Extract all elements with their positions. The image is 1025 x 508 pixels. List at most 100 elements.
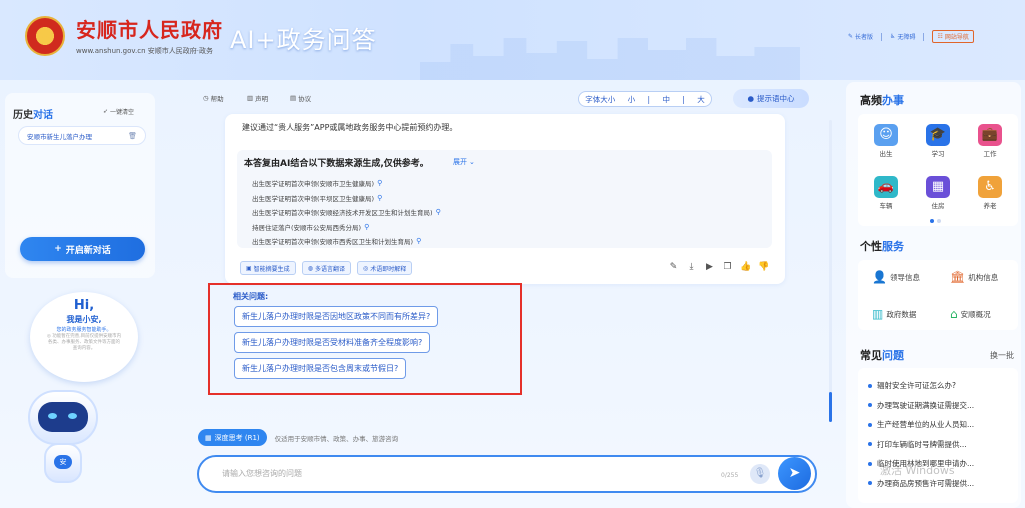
hot-item-housing[interactable]: ▦ 住房 (918, 176, 958, 210)
source-item[interactable]: 出生医学证明首次申领(安顺经济技术开发区卫生和计划生育局) ⚲ (252, 205, 441, 220)
edit-icon[interactable]: ✎ (668, 262, 679, 273)
related-question[interactable]: 新生儿落户办理时限是否因地区政策不同而有所差异? (234, 306, 439, 327)
play-icon[interactable]: ▶ (704, 262, 715, 273)
answer-text: 建议通过“贵人服务”APP或属地政务服务中心提前预约办理。 (242, 123, 458, 132)
accessibility-link[interactable]: ♿ 无障碍 (890, 32, 915, 41)
windows-watermark: 激活 Windows (880, 464, 955, 477)
robot-face (38, 402, 88, 432)
clear-history-button[interactable]: ➶ 一键清空 (103, 107, 134, 116)
expand-button[interactable]: 展开 ⌄ (453, 157, 475, 167)
doc-icon: ▤ (290, 94, 297, 102)
related-question[interactable]: 新生儿落户办理时限是否包含周末或节假日? (234, 358, 407, 379)
mic-icon: 🎙 (753, 468, 767, 479)
bullet (868, 481, 872, 486)
gov-data-link[interactable]: ▥ 政府数据 (872, 307, 916, 321)
divider (881, 32, 883, 41)
faq-item[interactable]: 打印车辆临时号牌需提供... (868, 435, 1013, 455)
hot-item-elderly[interactable]: ♿ 养老 (970, 176, 1010, 210)
faq-item[interactable]: 辐射安全许可证怎么办? (868, 376, 1013, 396)
clock-icon: ◷ (203, 94, 209, 102)
agreement-button[interactable]: ▤ 协议 (290, 93, 311, 103)
scrollbar-thumb[interactable] (829, 392, 832, 422)
deep-think-toggle[interactable]: ▦ 深度思考 (R1) (198, 429, 267, 446)
dot[interactable] (937, 219, 941, 223)
robot-badge: 安 (54, 455, 72, 469)
summary-icon: ▣ (246, 264, 252, 272)
trash-icon[interactable]: 🗑 (128, 132, 137, 140)
source-list: 出生医学证明首次申领(安顺市卫生健康局) ⚲ 出生医学证明首次申领(平坝区卫生健康… (252, 176, 441, 249)
font-size-label: 字体大小 (585, 94, 616, 104)
hot-item-work[interactable]: 💼 工作 (970, 124, 1010, 158)
source-item[interactable]: 出生医学证明首次申领(平坝区卫生健康局) ⚲ (252, 191, 441, 206)
bullet (868, 383, 872, 388)
elder-icon: ♿ (978, 176, 1002, 198)
greeting-name: 我是小安, (66, 315, 102, 324)
scrollbar[interactable] (829, 120, 832, 422)
institution-icon: 🏛 (950, 270, 966, 284)
thumbs-up-icon[interactable]: 👍 (740, 262, 751, 273)
font-small-option[interactable]: 小 (628, 94, 636, 105)
new-chat-button[interactable]: + 开启新对话 (20, 237, 145, 261)
pin-icon: ● (747, 94, 755, 103)
dot-active[interactable] (930, 219, 934, 223)
source-item[interactable]: 持居住证落户(安顺市公安局西秀分局) ⚲ (252, 220, 441, 235)
site-title[interactable]: 安顺市人民政府 (76, 14, 223, 43)
robot-eye (68, 413, 77, 419)
elder-mode-link[interactable]: ✎ 长者版 (848, 32, 873, 41)
elder-icon: ✎ (848, 33, 854, 40)
font-large-option[interactable]: 大 (697, 94, 705, 105)
link-icon: ⚲ (377, 179, 383, 188)
org-info-link[interactable]: 🏛 机构信息 (950, 270, 998, 284)
thumbs-down-icon[interactable]: 👎 (758, 262, 769, 273)
faq-item[interactable]: 生产经营单位的从业人员知... (868, 415, 1013, 435)
skyline-decoration (420, 32, 800, 80)
answer-actions: ▣ 智能摘要生成 ◍ 多语言翻译 ◎ 术语即时解释 (240, 261, 413, 275)
hot-item-study[interactable]: 🎓 学习 (918, 124, 958, 158)
statement-button[interactable]: ▥ 声明 (247, 93, 268, 103)
swap-batch-button[interactable]: 换一批 (990, 350, 1014, 361)
grid-icon: ☷ (937, 33, 943, 40)
link-icon: ⚲ (364, 222, 370, 231)
briefcase-icon: 💼 (978, 124, 1002, 146)
term-explain-button[interactable]: ◎ 术语即时解释 (356, 261, 413, 275)
leader-info-link[interactable]: 👤 领导信息 (872, 270, 920, 284)
send-icon: ➤ (788, 465, 801, 481)
overview-icon: ⌂ (950, 307, 958, 321)
question-input[interactable] (222, 469, 702, 478)
related-question[interactable]: 新生儿落户办理时限是否受材料准备齐全程度影响? (234, 332, 431, 353)
term-icon: ◎ (362, 264, 369, 272)
site-nav-link[interactable]: ☷ 网站导航 (932, 30, 974, 43)
summary-button[interactable]: ▣ 智能摘要生成 (240, 261, 296, 275)
font-size-switch: 字体大小 小 | 中 | 大 (578, 91, 712, 107)
faq-item[interactable]: 办理驾驶证期满换证需提交... (868, 396, 1013, 416)
bin-icon: ▥ (247, 94, 254, 102)
mic-button[interactable]: 🎙 (750, 464, 770, 484)
car-icon: 🚗 (874, 176, 898, 198)
hot-item-birth[interactable]: ☺ 出生 (866, 124, 906, 158)
graduation-cap-icon: 🎓 (926, 124, 950, 146)
font-mid-option[interactable]: 中 (662, 94, 670, 105)
source-item[interactable]: 出生医学证明首次申领(安顺市卫生健康局) ⚲ (252, 176, 441, 191)
bar-chart-icon: ▥ (872, 307, 884, 321)
translate-button[interactable]: ◍ 多语言翻译 (301, 261, 351, 275)
export-icon[interactable]: ⤓ (686, 262, 697, 273)
hot-services-title: 高频办事 (860, 94, 904, 107)
link-icon: ⚲ (377, 193, 383, 202)
deep-think-note: 仅适用于安顺市情、政策、办事、旅游咨询 (274, 434, 399, 443)
send-button[interactable]: ➤ (778, 457, 811, 490)
related-title: 相关问题: (233, 292, 269, 301)
divider: | (647, 94, 651, 104)
bullet (868, 422, 872, 427)
hint-center-button[interactable]: ● 提示语中心 (733, 89, 809, 108)
anshun-overview-link[interactable]: ⌂ 安顺概况 (950, 307, 991, 321)
source-item[interactable]: 出生医学证明首次申领(安顺市西秀区卫生和计划生育局) ⚲ (252, 234, 441, 249)
greeting-hi: Hi, (73, 298, 95, 313)
link-icon: ⚲ (416, 237, 422, 246)
greeting-sub: 您的政务服务智能助手。 (56, 327, 112, 333)
help-button[interactable]: ◷ 帮助 (203, 93, 224, 103)
history-item[interactable]: 安顺市新生儿落户办理 🗑 (18, 126, 146, 145)
hot-item-vehicle[interactable]: 🚗 车辆 (866, 176, 906, 210)
copy-icon[interactable]: ❐ (722, 262, 733, 273)
plus-icon: + (54, 244, 62, 254)
deep-think-row: ▦ 深度思考 (R1) 仅适用于安顺市情、政策、办事、旅游咨询 (198, 429, 398, 446)
